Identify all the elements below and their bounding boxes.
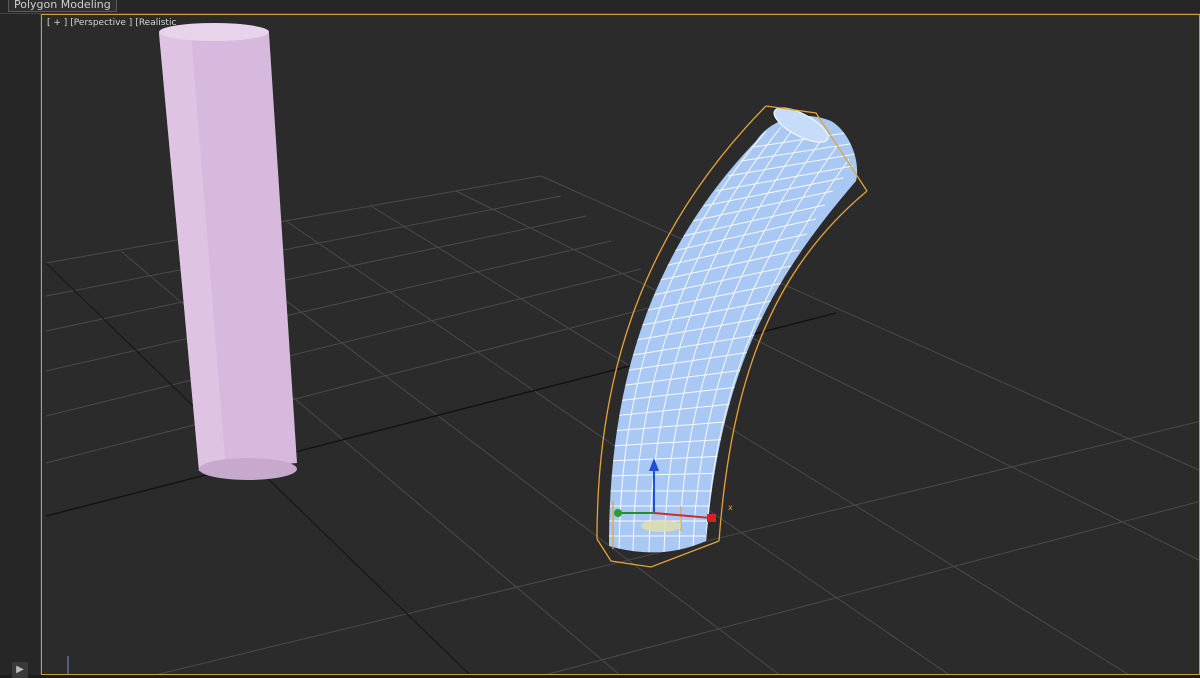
left-panel: ▶ [0, 14, 41, 678]
perspective-viewport[interactable]: [ + ] [Perspective ] [Realistic x [41, 14, 1200, 675]
viewport-label: [ + ] [Perspective ] [Realistic [47, 18, 179, 29]
polygon-modeling-tab[interactable]: Polygon Modeling [8, 0, 117, 12]
scene-canvas[interactable]: x [42, 15, 1200, 675]
play-icon[interactable]: ▶ [12, 662, 28, 678]
viewport-view-menu[interactable]: [Perspective ] [70, 18, 132, 28]
top-toolbar: Polygon Modeling [0, 0, 1200, 14]
viewport-menu-plus[interactable]: [ + ] [47, 18, 67, 28]
viewport-shading-menu[interactable]: [Realistic [135, 18, 176, 28]
cylinder-object[interactable] [159, 23, 297, 480]
svg-text:x: x [728, 503, 733, 512]
bent-tube-object[interactable] [601, 101, 871, 554]
